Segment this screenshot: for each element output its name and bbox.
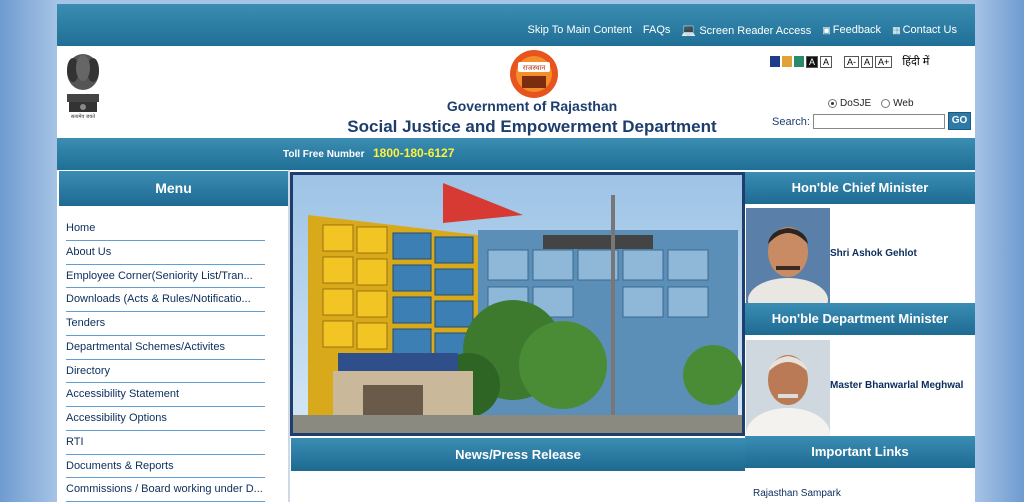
- contact-link[interactable]: ▦ Contact Us: [892, 24, 957, 36]
- minister-portrait-image: [746, 340, 830, 436]
- page-container: Skip To Main Content FAQs 💻 Screen Reader…: [57, 4, 975, 502]
- search-label: Search:: [772, 116, 810, 128]
- minister-name: Master Bhanwarlal Meghwal: [830, 380, 964, 391]
- dept-title: Social Justice and Empowerment Departmen…: [347, 117, 717, 136]
- menu-item-directory[interactable]: Directory: [66, 360, 265, 384]
- contact-icon: ▦: [892, 25, 901, 35]
- department-logo-icon: राजस्थान: [510, 50, 558, 98]
- radio-web[interactable]: [881, 99, 891, 108]
- contrast-swatch-orange[interactable]: [782, 56, 792, 67]
- accessibility-toolbar: A A A- A A+ हिंदी में: [770, 54, 929, 69]
- cm-portrait-image: [746, 208, 830, 304]
- menu-title: Menu: [59, 171, 288, 206]
- national-emblem-icon: [67, 54, 99, 112]
- font-normal-button[interactable]: A: [861, 55, 874, 68]
- menu-item-employee-corner[interactable]: Employee Corner(Seniority List/Tran...: [66, 265, 265, 289]
- menu-item-schemes[interactable]: Departmental Schemes/Activites: [66, 336, 265, 360]
- cm-section-title: Hon'ble Chief Minister: [745, 172, 975, 204]
- building-image: [293, 175, 742, 433]
- menu-item-home[interactable]: Home: [66, 217, 265, 241]
- laptop-icon: 💻: [681, 23, 697, 37]
- feedback-icon: ▣: [822, 25, 831, 35]
- font-increase-button[interactable]: A+: [875, 55, 893, 68]
- minister-section-title: Hon'ble Department Minister: [745, 303, 975, 335]
- faqs-link[interactable]: FAQs: [643, 24, 671, 36]
- normal-contrast-button[interactable]: A: [820, 55, 833, 68]
- site-header: सत्यमेव जयते राजस्थान Government of Raja…: [57, 46, 975, 142]
- building-photo: [290, 172, 745, 436]
- emblem-caption: सत्यमेव जयते: [70, 114, 96, 120]
- screen-reader-label: Screen Reader Access: [699, 25, 812, 37]
- menu-item-rti[interactable]: RTI: [66, 431, 265, 455]
- minister-photo: [746, 340, 830, 436]
- cm-photo: [746, 208, 830, 304]
- radio-dosje[interactable]: [828, 99, 837, 108]
- menu-item-commissions[interactable]: Commissions / Board working under D...: [66, 478, 265, 502]
- menu-item-about[interactable]: About Us: [66, 241, 265, 265]
- font-decrease-button[interactable]: A-: [844, 55, 860, 68]
- contrast-swatch-blue[interactable]: [770, 56, 780, 67]
- hindi-language-link[interactable]: हिंदी में: [902, 54, 929, 69]
- important-links-title: Important Links: [745, 436, 975, 468]
- menu-item-documents[interactable]: Documents & Reports: [66, 455, 265, 479]
- menu-item-accessibility-statement[interactable]: Accessibility Statement: [66, 383, 265, 407]
- toll-free-bar: Toll Free Number 1800-180-6127: [57, 138, 975, 170]
- menu-item-accessibility-options[interactable]: Accessibility Options: [66, 407, 265, 431]
- skip-to-main-link[interactable]: Skip To Main Content: [528, 24, 632, 36]
- contrast-swatch-green[interactable]: [794, 56, 804, 67]
- radio-web-label: Web: [893, 98, 914, 109]
- feedback-label: Feedback: [832, 24, 882, 36]
- search-go-button[interactable]: GO: [948, 112, 971, 130]
- top-links: Skip To Main Content FAQs 💻 Screen Reader…: [528, 23, 957, 37]
- screen-reader-link[interactable]: 💻 Screen Reader Access: [681, 23, 811, 37]
- search-scope-options: DoSJE Web: [828, 98, 914, 109]
- logo-text: राजस्थान: [523, 64, 546, 72]
- toll-free-number: 1800-180-6127: [373, 146, 455, 160]
- search-input[interactable]: [813, 114, 945, 129]
- link-rajasthan-sampark[interactable]: Rajasthan Sampark: [753, 488, 841, 499]
- radio-dosje-label: DoSJE: [840, 98, 872, 109]
- menu-item-downloads[interactable]: Downloads (Acts & Rules/Notificatio...: [66, 288, 265, 312]
- toll-free-label: Toll Free Number: [283, 149, 365, 160]
- top-bar: Skip To Main Content FAQs 💻 Screen Reader…: [57, 4, 975, 46]
- news-section-title: News/Press Release: [291, 438, 745, 471]
- high-contrast-button[interactable]: A: [806, 55, 819, 68]
- contact-label: Contact Us: [902, 24, 957, 36]
- menu-item-tenders[interactable]: Tenders: [66, 312, 265, 336]
- cm-name: Shri Ashok Gehlot: [830, 248, 917, 259]
- gov-title: Government of Rajasthan: [446, 98, 618, 114]
- feedback-link[interactable]: ▣ Feedback: [822, 24, 881, 36]
- side-menu: Home About Us Employee Corner(Seniority …: [66, 217, 265, 502]
